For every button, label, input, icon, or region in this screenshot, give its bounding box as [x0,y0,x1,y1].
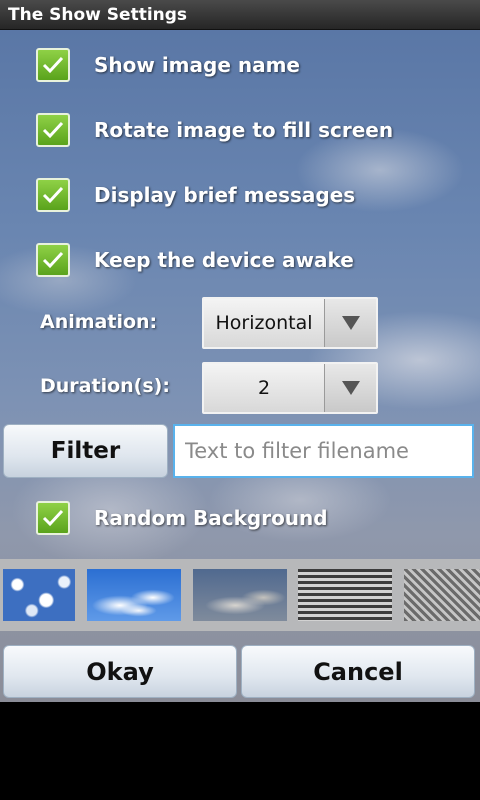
animation-spinner[interactable]: Horizontal [202,297,378,349]
checkbox-checked[interactable] [36,243,70,277]
background-thumbnail[interactable] [87,569,181,621]
settings-screen: The Show Settings Show image name Rotate… [0,0,480,800]
animation-label: Animation: [40,311,158,333]
option-display-brief-messages[interactable]: Display brief messages [36,177,355,213]
background-thumbnail[interactable] [193,569,287,621]
checkbox-checked[interactable] [36,178,70,212]
option-random-background[interactable]: Random Background [36,500,328,536]
option-label: Random Background [94,506,328,530]
animation-value: Horizontal [215,312,313,334]
dropdown-button[interactable] [324,364,376,412]
checkmark-icon [42,251,64,269]
option-show-image-name[interactable]: Show image name [36,47,300,83]
duration-spinner[interactable]: 2 [202,362,378,414]
duration-value: 2 [257,377,271,399]
option-label: Display brief messages [94,183,356,207]
option-label: Keep the device awake [94,248,354,272]
background-thumbnail[interactable] [404,569,480,621]
option-keep-device-awake[interactable]: Keep the device awake [36,242,354,278]
background-thumbnail[interactable] [298,569,392,621]
checkbox-checked[interactable] [36,48,70,82]
background-gallery[interactable] [0,559,480,631]
option-label: Show image name [94,53,300,77]
chevron-down-icon [341,316,360,330]
checkmark-icon [42,56,64,74]
settings-dialog: Show image name Rotate image to fill scr… [0,30,480,702]
background-thumbnail[interactable] [3,569,75,621]
filter-input[interactable] [173,424,474,478]
chevron-down-icon [341,381,360,395]
cancel-button[interactable]: Cancel [241,645,475,698]
option-label: Rotate image to fill screen [94,118,394,142]
dialog-title: The Show Settings [0,0,480,30]
checkmark-icon [42,121,64,139]
okay-button[interactable]: Okay [3,645,237,698]
dropdown-button[interactable] [324,299,376,347]
option-rotate-image[interactable]: Rotate image to fill screen [36,112,393,148]
duration-label: Duration(s): [40,375,170,397]
checkmark-icon [42,509,64,527]
checkbox-checked[interactable] [36,501,70,535]
checkbox-checked[interactable] [36,113,70,147]
filter-button[interactable]: Filter [3,424,168,478]
checkmark-icon [42,186,64,204]
